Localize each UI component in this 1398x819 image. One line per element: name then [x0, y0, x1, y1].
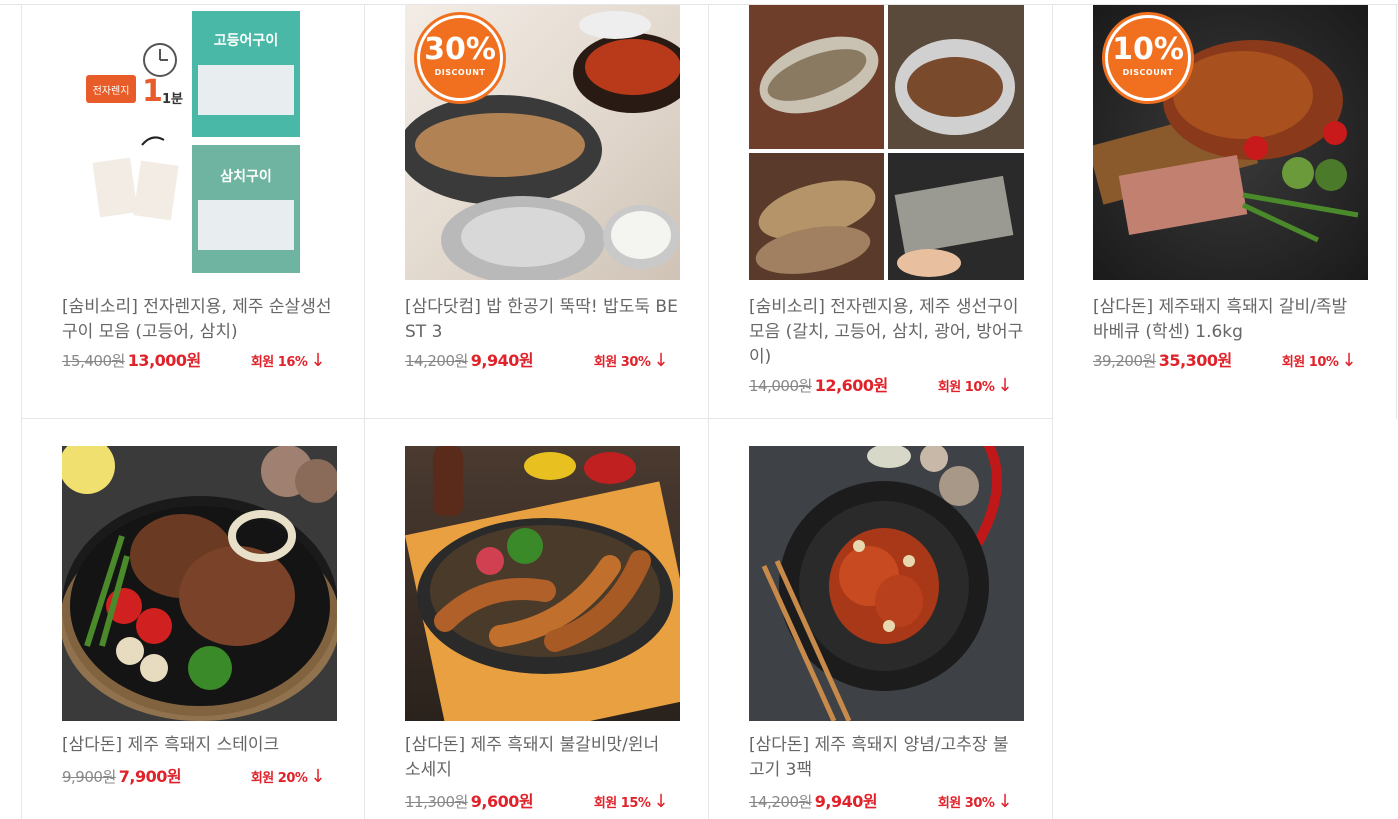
product-image[interactable] — [749, 446, 1024, 721]
arrow-down-icon: ↓ — [1341, 350, 1356, 371]
original-price: 14,000원 — [749, 377, 812, 395]
sale-price: 7,900원 — [118, 767, 182, 786]
price-row: 14,000원 12,600원 회원 10% ↓ — [749, 373, 1024, 398]
discount-badge: 30% DISCOUNT — [417, 15, 503, 101]
product-title[interactable]: [삼다돈] 제주 흑돼지 불갈비맛/윈너 소세지 — [405, 733, 680, 783]
product-grid: 고등어구이 삼치구이 전자렌지 1 1분 [숨비소리] 전자렌지용, 제주 순살… — [21, 5, 1398, 819]
product-card[interactable]: [삼다돈] 제주 흑돼지 양념/고추장 불고기 3팩 14,200원 9,940원… — [709, 419, 1053, 819]
svg-text:1: 1 — [142, 74, 163, 109]
price-row: 15,400원 13,000원 회원 16% ↓ — [62, 348, 337, 373]
product-card[interactable]: [삼다돈] 제주 흑돼지 스테이크 9,900원 7,900원 회원 20% ↓ — [21, 419, 365, 819]
product-card[interactable]: 고등어구이 삼치구이 전자렌지 1 1분 [숨비소리] 전자렌지용, 제주 순살… — [21, 5, 365, 419]
product-title[interactable]: [삼다돈] 제주돼지 흑돼지 갈비/족발 바베큐 (학센) 1.6kg — [1093, 295, 1368, 345]
arrow-down-icon: ↓ — [310, 350, 325, 371]
member-discount: 회원 10% ↓ — [1281, 350, 1357, 371]
product-title[interactable]: [삼다닷컴] 밥 한공기 뚝딱! 밥도둑 BEST 3 — [405, 295, 680, 345]
svg-text:삼치구이: 삼치구이 — [220, 168, 272, 185]
svg-text:고등어구이: 고등어구이 — [214, 32, 278, 49]
original-price: 11,300원 — [405, 793, 468, 811]
product-title[interactable]: [숨비소리] 전자렌지용, 제주 순살생선구이 모음 (고등어, 삼치) — [62, 295, 337, 345]
price-row: 14,200원 9,940원 회원 30% ↓ — [405, 348, 680, 373]
member-discount: 회원 10% ↓ — [937, 375, 1013, 396]
member-discount: 회원 15% ↓ — [593, 791, 669, 812]
discount-badge: 10% DISCOUNT — [1105, 15, 1191, 101]
member-discount: 회원 30% ↓ — [593, 350, 669, 371]
arrow-down-icon: ↓ — [997, 375, 1012, 396]
arrow-down-icon: ↓ — [653, 350, 668, 371]
product-image[interactable] — [749, 5, 1024, 280]
product-title[interactable]: [삼다돈] 제주 흑돼지 양념/고추장 불고기 3팩 — [749, 733, 1024, 783]
svg-text:1분: 1분 — [162, 92, 183, 107]
original-price: 9,900원 — [62, 768, 116, 786]
member-discount: 회원 16% ↓ — [250, 350, 326, 371]
arrow-down-icon: ↓ — [653, 791, 668, 812]
price-row: 11,300원 9,600원 회원 15% ↓ — [405, 789, 680, 814]
sale-price: 35,300원 — [1158, 351, 1232, 370]
sale-price: 9,600원 — [470, 792, 534, 811]
original-price: 14,200원 — [405, 352, 468, 370]
original-price: 14,200원 — [749, 793, 812, 811]
sale-price: 13,000원 — [127, 351, 201, 370]
price-row: 39,200원 35,300원 회원 10% ↓ — [1093, 348, 1368, 373]
sale-price: 9,940원 — [814, 792, 878, 811]
sale-price: 9,940원 — [470, 351, 534, 370]
product-image[interactable] — [62, 446, 337, 721]
product-card[interactable]: [숨비소리] 전자렌지용, 제주 생선구이 모음 (갈치, 고등어, 삼치, 광… — [709, 5, 1053, 419]
arrow-down-icon: ↓ — [310, 766, 325, 787]
member-discount: 회원 20% ↓ — [250, 766, 326, 787]
product-image[interactable] — [405, 446, 680, 721]
member-discount: 회원 30% ↓ — [937, 791, 1013, 812]
product-card[interactable]: [삼다돈] 제주 흑돼지 불갈비맛/윈너 소세지 11,300원 9,600원 회… — [365, 419, 709, 819]
svg-text:전자렌지: 전자렌지 — [93, 85, 130, 97]
product-title[interactable]: [삼다돈] 제주 흑돼지 스테이크 — [62, 733, 337, 758]
original-price: 39,200원 — [1093, 352, 1156, 370]
product-image[interactable]: 10% DISCOUNT — [1093, 5, 1368, 280]
sale-price: 12,600원 — [814, 376, 888, 395]
price-row: 9,900원 7,900원 회원 20% ↓ — [62, 764, 337, 789]
product-image[interactable]: 30% DISCOUNT — [405, 5, 680, 280]
price-row: 14,200원 9,940원 회원 30% ↓ — [749, 789, 1024, 814]
original-price: 15,400원 — [62, 352, 125, 370]
product-image[interactable]: 고등어구이 삼치구이 전자렌지 1 1분 — [62, 5, 337, 280]
product-card[interactable]: 30% DISCOUNT [삼다닷컴] 밥 한공기 뚝딱! 밥도둑 BEST 3… — [365, 5, 709, 419]
product-card[interactable]: 10% DISCOUNT [삼다돈] 제주돼지 흑돼지 갈비/족발 바베큐 (학… — [1053, 5, 1397, 419]
arrow-down-icon: ↓ — [997, 791, 1012, 812]
product-title[interactable]: [숨비소리] 전자렌지용, 제주 생선구이 모음 (갈치, 고등어, 삼치, 광… — [749, 295, 1024, 370]
